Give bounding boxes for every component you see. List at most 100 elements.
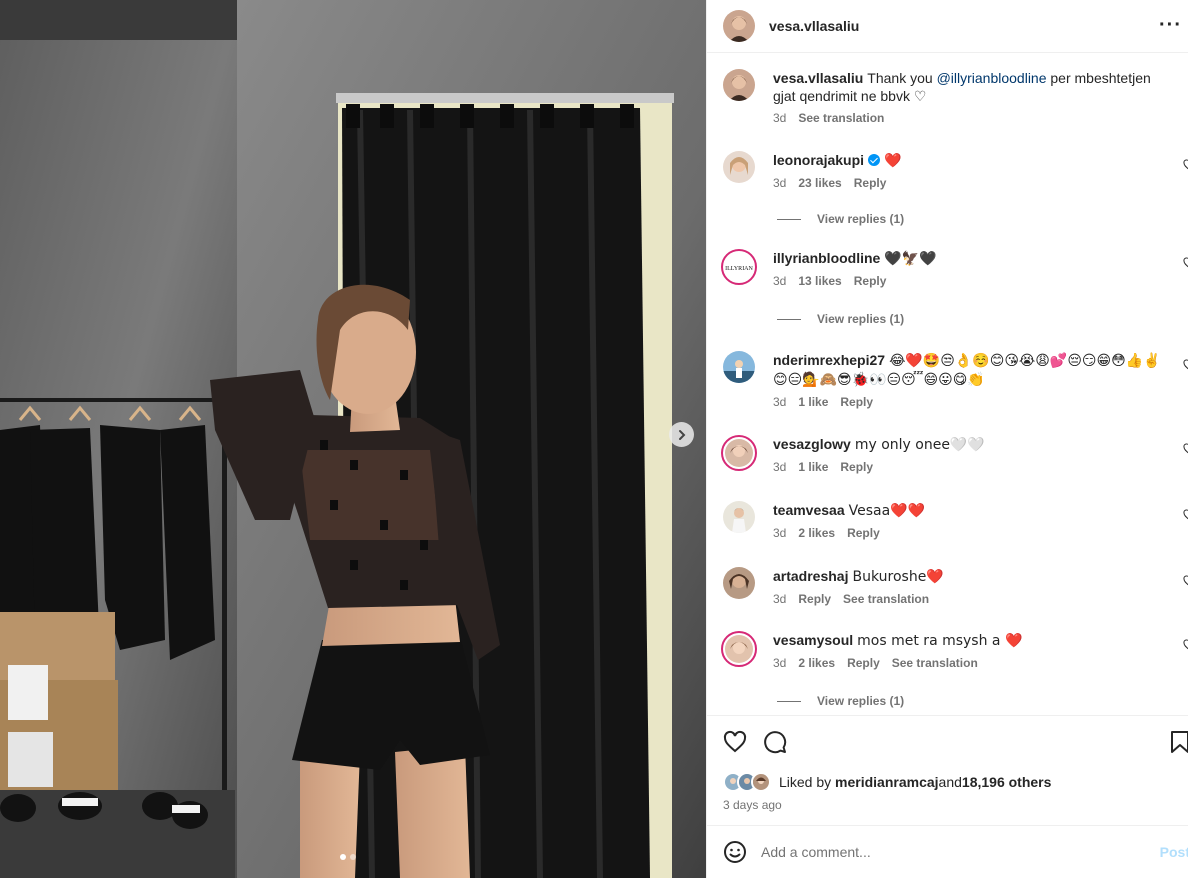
post-header: vesa.vllasaliu ··· [707,0,1188,53]
like-comment-heart-icon[interactable] [1183,509,1188,521]
carousel-dot-active [340,854,346,860]
likes-count-link[interactable]: 18,196 others [962,774,1052,790]
comment-text: nderimrexhepi27 😂❤️🤩😒👌☺️😊😘😭😩💕😔😏😁😳👍✌️😊😑💁🙈😎… [773,351,1169,389]
view-replies-button[interactable]: View replies (1) [777,694,904,708]
comment-likes[interactable]: 13 likes [798,274,841,288]
liked-by-user-link[interactable]: meridianramcaj [835,774,939,790]
comment-username[interactable]: artadreshaj [773,568,848,584]
comment-text: artadreshaj Bukuroshe❤️ [773,567,1169,586]
save-bookmark-icon[interactable] [1169,730,1188,754]
comment-time[interactable]: 3d [773,274,786,288]
view-replies-button[interactable]: View replies (1) [777,312,904,326]
commenter-avatar[interactable] [723,151,755,183]
comment-meta: 3d 13 likes Reply [773,274,1169,288]
post-comment-button[interactable]: Post [1160,844,1188,860]
post-side-panel: vesa.vllasaliu ··· vesa.vllasaliu Thank y… [706,0,1188,878]
comment-time[interactable]: 3d [773,395,786,409]
comment-username[interactable]: teamvesaa [773,502,845,518]
like-comment-heart-icon[interactable] [1183,575,1188,587]
reply-button[interactable]: Reply [847,526,880,540]
post-image [0,0,706,878]
reply-button[interactable]: Reply [840,460,873,474]
comment-content: Vesaa❤️❤️ [848,503,926,519]
comment-likes[interactable]: 2 likes [798,656,835,670]
comment-content: my only onee🤍🤍 [854,437,985,453]
comment-time[interactable]: 3d [773,592,786,606]
liked-by-avatars [723,772,771,792]
author-username[interactable]: vesa.vllasaliu [769,18,859,34]
commenter-avatar[interactable] [721,435,757,471]
comment-likes[interactable]: 2 likes [798,526,835,540]
liked-by-summary: Liked by meridianramcaj and 18,196 other… [723,772,1051,792]
view-replies-button[interactable]: View replies (1) [777,212,904,226]
caption-mention-link[interactable]: @illyrianbloodline [937,70,1047,86]
commenter-avatar[interactable] [723,567,755,599]
comment-meta: 3d 1 like Reply [773,395,1169,409]
comment-username[interactable]: illyrianbloodline [773,250,880,266]
commenter-avatar[interactable] [723,351,755,383]
comment-text: teamvesaa Vesaa❤️❤️ [773,501,1169,520]
replies-divider [777,700,801,702]
like-comment-heart-icon[interactable] [1183,443,1188,455]
verified-badge-icon [868,154,881,166]
see-translation-link[interactable]: See translation [798,111,884,125]
reply-button[interactable]: Reply [854,274,887,288]
liked-by-mid: and [938,774,962,790]
post-photo[interactable] [0,0,706,878]
author-avatar[interactable] [723,10,755,42]
caption-time[interactable]: 3d [773,111,786,125]
comment-text: leonorajakupi ❤️ [773,151,1169,170]
carousel-indicator [340,854,356,860]
reply-button[interactable]: Reply [854,176,887,190]
view-replies-label: View replies (1) [817,212,905,226]
comment-username[interactable]: leonorajakupi [773,152,864,168]
emoji-smiley-icon[interactable] [723,840,747,864]
comment-time[interactable]: 3d [773,526,786,540]
liker-avatar[interactable] [751,772,771,792]
commenter-avatar[interactable]: ILLYRIAN [721,249,757,285]
like-heart-icon[interactable] [723,730,747,754]
carousel-dot [350,854,356,860]
reply-button[interactable]: Reply [840,395,873,409]
caption-username[interactable]: vesa.vllasaliu [773,70,863,86]
comment-content: 🖤🦅🖤 [884,251,937,267]
add-comment-input[interactable] [761,844,1141,860]
replies-divider [777,318,801,320]
commenter-avatar[interactable] [721,631,757,667]
more-options-button[interactable]: ··· [1159,14,1182,37]
comment-username[interactable]: nderimrexhepi27 [773,352,885,368]
comment-text: vesazglowy my only onee🤍🤍 [773,435,1169,454]
more-horizontal-icon: ··· [1159,14,1182,36]
comment-time[interactable]: 3d [773,656,786,670]
reply-button[interactable]: Reply [798,592,831,606]
view-replies-label: View replies (1) [817,312,905,326]
like-comment-heart-icon[interactable] [1183,159,1188,171]
comment-time[interactable]: 3d [773,176,786,190]
view-replies-label: View replies (1) [817,694,905,708]
post-timestamp[interactable]: 3 days ago [723,798,782,812]
like-comment-heart-icon[interactable] [1183,639,1188,651]
comment-username[interactable]: vesazglowy [773,436,851,452]
caption-meta: 3d See translation [773,111,1173,125]
add-comment-bar: Post [707,825,1188,878]
comment-time[interactable]: 3d [773,460,786,474]
see-translation-link[interactable]: See translation [843,592,929,606]
comment-likes[interactable]: 23 likes [798,176,841,190]
comments-list[interactable]: vesa.vllasaliu Thank you @illyrianbloodli… [707,53,1188,715]
comment-likes[interactable]: 1 like [798,460,828,474]
comment-username[interactable]: vesamysoul [773,632,853,648]
caption-avatar[interactable] [723,69,755,101]
commenter-avatar[interactable] [723,501,755,533]
see-translation-link[interactable]: See translation [892,656,978,670]
reply-button[interactable]: Reply [847,656,880,670]
comment-bubble-icon[interactable] [763,730,787,754]
liked-by-prefix: Liked by [779,774,832,790]
replies-divider [777,218,801,220]
chevron-right-icon [678,429,685,440]
carousel-next-button[interactable] [669,422,694,447]
comment-likes[interactable]: 1 like [798,395,828,409]
comment-text: illyrianbloodline 🖤🦅🖤 [773,249,1169,268]
like-comment-heart-icon[interactable] [1183,257,1188,269]
like-comment-heart-icon[interactable] [1183,359,1188,371]
comment-meta: 3d Reply See translation [773,592,1169,606]
